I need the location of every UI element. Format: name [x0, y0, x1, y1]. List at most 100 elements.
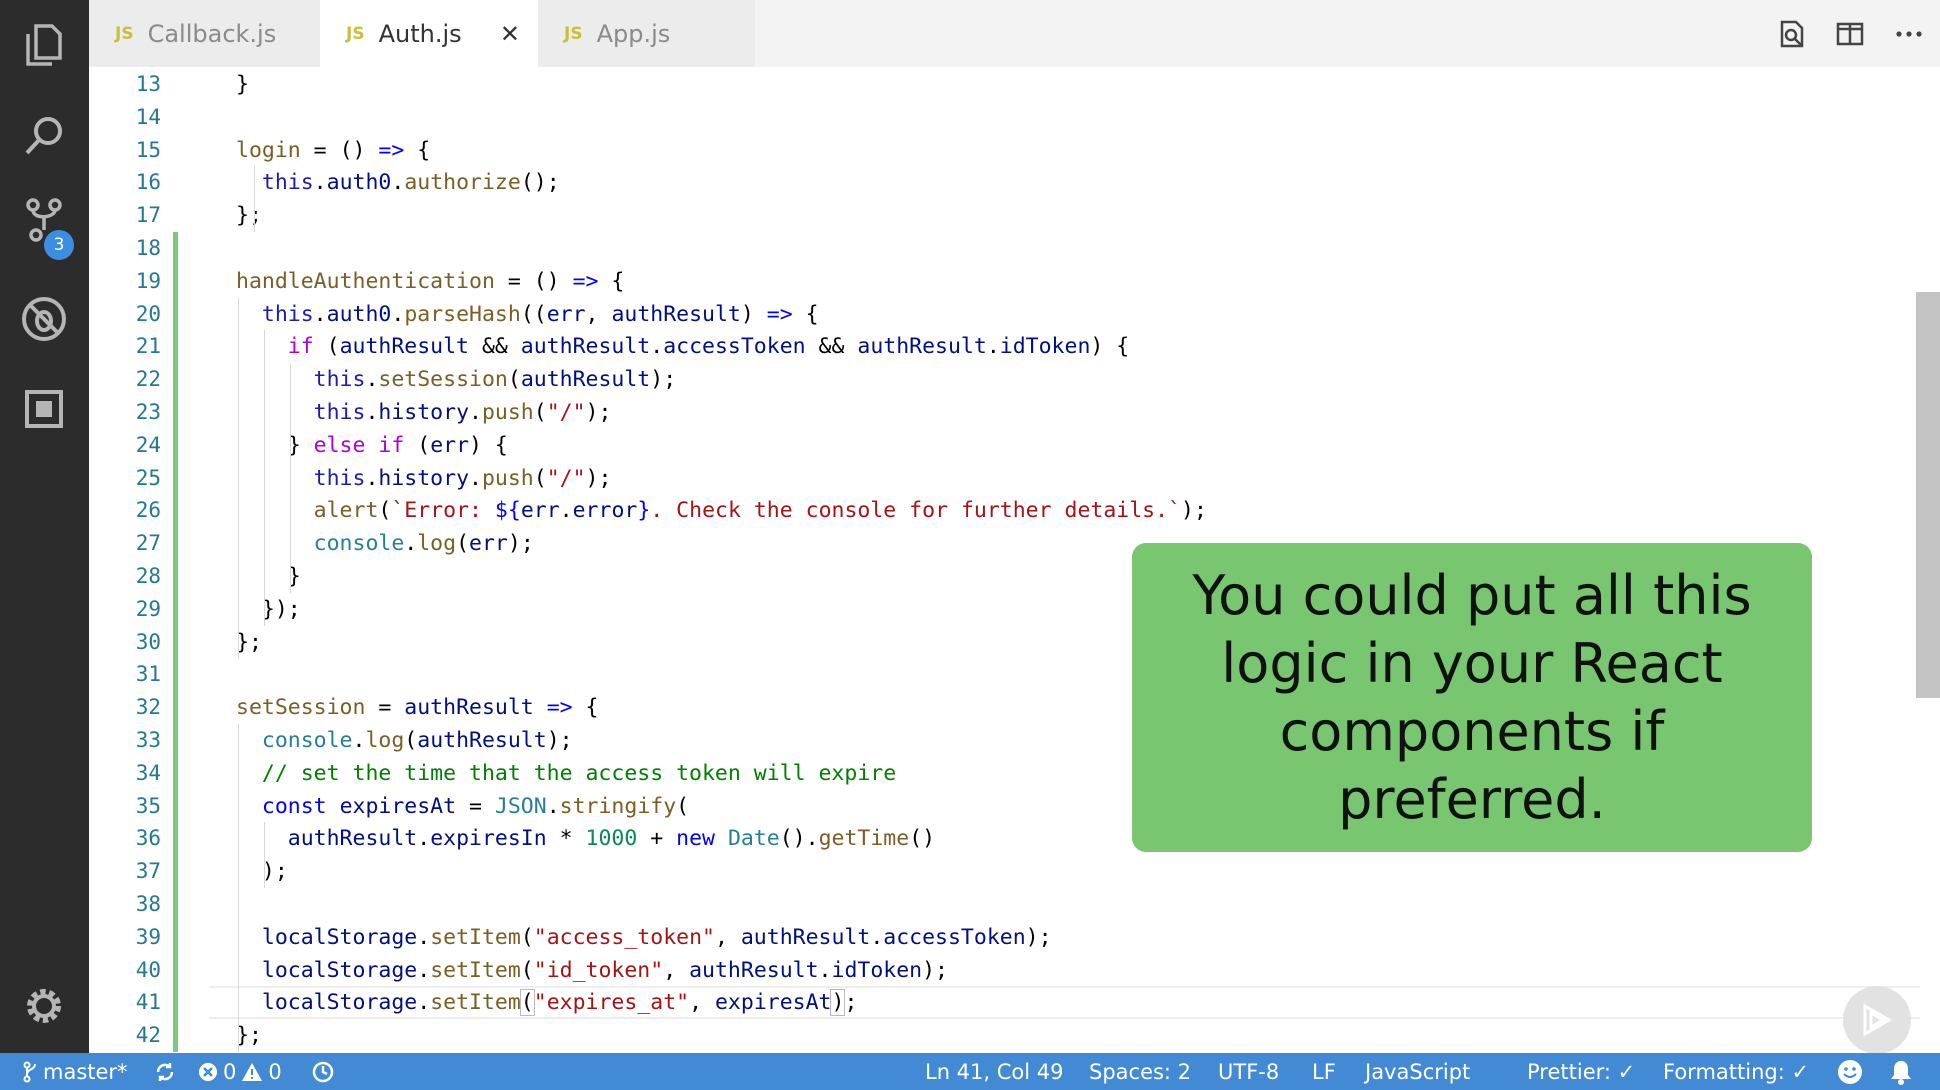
sync-button[interactable]: [154, 1053, 176, 1090]
code-token: .: [365, 367, 379, 393]
code-token: {: [572, 695, 599, 721]
code-token: authorize: [404, 170, 521, 196]
code-line[interactable]: };: [236, 199, 262, 232]
code-token: ();: [520, 170, 560, 196]
code-token: setSession: [378, 367, 508, 393]
encoding[interactable]: UTF-8: [1218, 1053, 1279, 1090]
code-line[interactable]: if (authResult && authResult.accessToken…: [236, 330, 1129, 363]
code-line[interactable]: this.auth0.authorize();: [236, 166, 560, 199]
branch-icon: [23, 1061, 36, 1082]
tab-callback-js[interactable]: JS Callback.js: [89, 0, 320, 67]
code-token: .: [313, 170, 327, 196]
code-token: authResult: [404, 695, 534, 721]
code-token: this: [261, 170, 314, 196]
error-count: 0: [223, 1059, 237, 1084]
code-token: (: [507, 367, 521, 393]
line-ending[interactable]: LF: [1312, 1053, 1336, 1090]
line-number: 32: [135, 695, 161, 720]
code-token: ,: [663, 957, 690, 983]
timer-button[interactable]: [312, 1053, 334, 1090]
code-token: (: [313, 334, 340, 360]
language-mode[interactable]: JavaScript: [1365, 1053, 1470, 1090]
code-line[interactable]: this.setSession(authResult);: [236, 363, 676, 396]
formatting-status[interactable]: Formatting: ✓: [1663, 1053, 1809, 1090]
branch-indicator[interactable]: master*: [22, 1053, 128, 1090]
cursor-position[interactable]: Ln 41, Col 49: [925, 1053, 1064, 1090]
line-number: 42: [135, 1023, 161, 1048]
play-button[interactable]: [1843, 986, 1911, 1054]
code-token: .: [417, 957, 431, 983]
code-token: = (): [300, 137, 379, 163]
tab-app-js[interactable]: JS App.js: [538, 0, 755, 67]
code-token: (: [520, 924, 534, 950]
feedback-button[interactable]: [1837, 1053, 1863, 1090]
open-preview-icon[interactable]: [1776, 18, 1808, 50]
code-line[interactable]: localStorage.setItem("access_token", aut…: [236, 921, 1052, 954]
code-line[interactable]: this.auth0.parseHash((err, authResult) =…: [236, 298, 819, 331]
sync-icon: [156, 1062, 174, 1081]
prettier-status[interactable]: Prettier: ✓: [1527, 1053, 1635, 1090]
code-line[interactable]: console.log(err);: [236, 527, 534, 560]
indent-guide: [253, 166, 255, 232]
code-line[interactable]: setSession = authResult => {: [236, 691, 598, 724]
code-token: login: [236, 137, 301, 163]
code-line[interactable]: }: [236, 68, 249, 101]
code-token: &&: [469, 334, 521, 360]
line-number: 14: [135, 104, 161, 129]
code-line[interactable]: }: [236, 560, 301, 593]
problems-indicator[interactable]: 0 0: [198, 1053, 282, 1090]
code-line[interactable]: };: [236, 626, 262, 659]
code-line[interactable]: };: [236, 1019, 262, 1052]
line-number: 35: [135, 793, 161, 818]
code-line[interactable]: );: [236, 855, 288, 888]
code-token: }: [236, 72, 249, 97]
code-line[interactable]: const expiresAt = JSON.stringify(: [236, 790, 689, 823]
tab-bar: JS Callback.js JS Auth.js ✕ JS App.js: [89, 0, 1940, 67]
explorer-icon[interactable]: [18, 19, 70, 71]
line-number: 19: [135, 268, 161, 293]
debug-icon[interactable]: [18, 293, 70, 345]
code-token: authResult: [520, 367, 651, 393]
code-line[interactable]: handleAuthentication = () => {: [236, 265, 624, 298]
code-token: ): [740, 301, 767, 327]
code-token: getTime: [818, 826, 910, 852]
more-actions-icon[interactable]: [1893, 18, 1925, 50]
code-line[interactable]: alert(`Error: ${err.error}. Check the co…: [236, 494, 1207, 527]
code-line[interactable]: login = () => {: [236, 134, 430, 167]
notifications-button[interactable]: [1889, 1053, 1913, 1090]
code-line[interactable]: console.log(authResult);: [236, 724, 573, 757]
code-line[interactable]: this.history.push("/");: [236, 396, 612, 429]
code-line[interactable]: authResult.expiresIn * 1000 + new Date()…: [236, 822, 935, 855]
code-token: if: [378, 432, 405, 458]
code-token: . Check the console for further details.…: [650, 498, 1182, 524]
vertical-scrollbar[interactable]: [1916, 292, 1940, 698]
line-number: 18: [135, 236, 161, 260]
extensions-icon[interactable]: [18, 383, 70, 435]
code-token: // set the time that the access token wi…: [261, 760, 897, 786]
settings-gear-icon[interactable]: [18, 980, 70, 1032]
search-icon[interactable]: [18, 110, 70, 162]
split-editor-icon[interactable]: [1834, 18, 1866, 50]
close-tab-icon[interactable]: ✕: [500, 20, 520, 48]
code-line[interactable]: } else if (err) {: [236, 429, 508, 462]
code-token: `Error:: [391, 498, 495, 524]
code-token: ): [830, 989, 846, 1017]
code-line[interactable]: });: [236, 593, 301, 626]
code-line[interactable]: this.history.push("/");: [236, 462, 612, 495]
code-token: push: [481, 465, 534, 491]
code-token: }: [236, 432, 314, 458]
indentation[interactable]: Spaces: 2: [1089, 1053, 1191, 1090]
code-line[interactable]: // set the time that the access token wi…: [236, 757, 896, 790]
code-token: (: [676, 793, 690, 819]
tab-auth-js[interactable]: JS Auth.js ✕: [320, 0, 538, 67]
js-file-icon: JS: [346, 23, 365, 44]
code-token: authResult: [339, 334, 470, 360]
code-line[interactable]: localStorage.setItem("id_token", authRes…: [236, 954, 948, 987]
code-line[interactable]: localStorage.setItem("expires_at", expir…: [236, 986, 857, 1019]
code-token: ,: [689, 990, 715, 1016]
line-number: 25: [135, 465, 161, 490]
line-number: 38: [135, 892, 161, 916]
